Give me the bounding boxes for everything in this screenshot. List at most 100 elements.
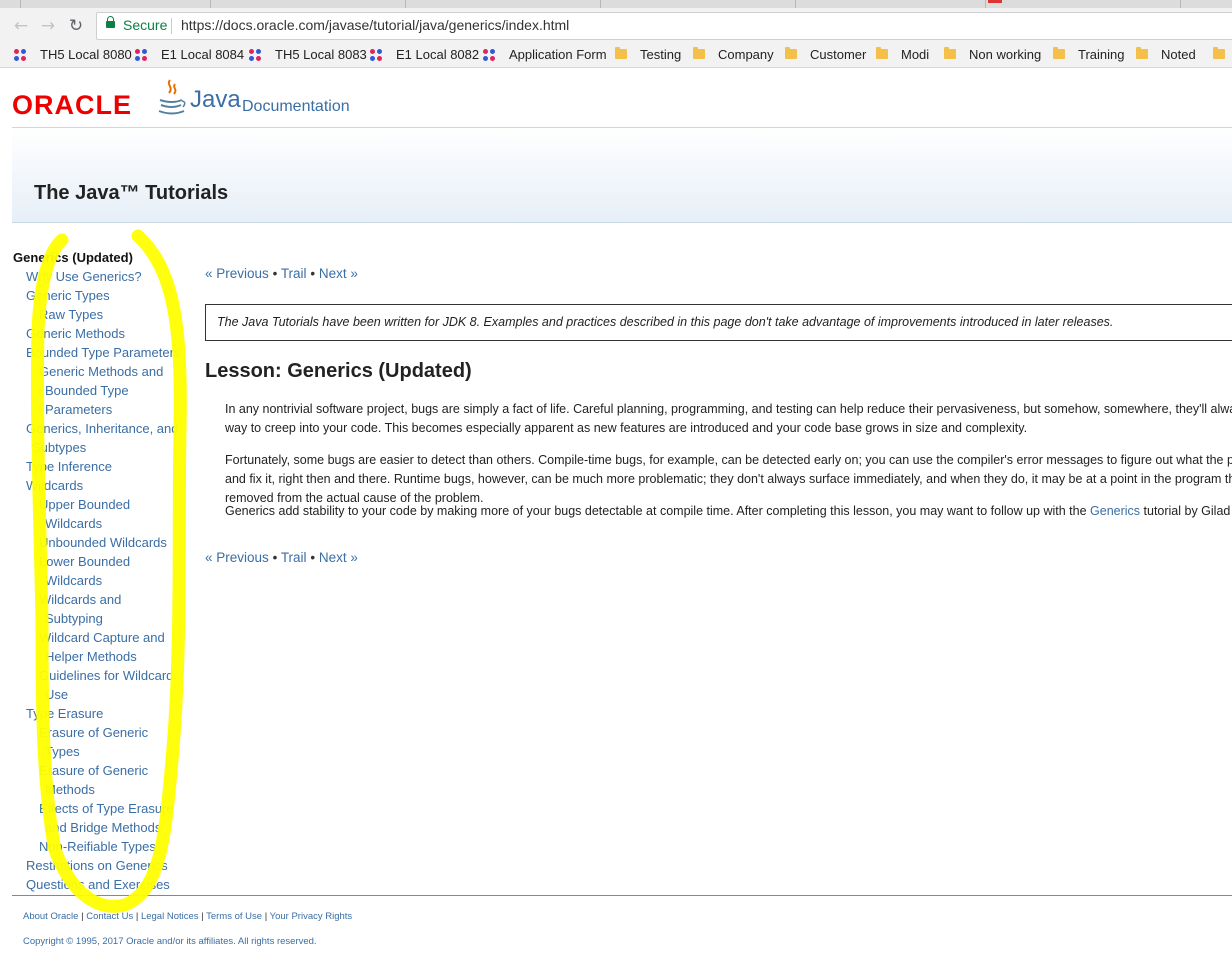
folder-icon bbox=[944, 47, 956, 59]
generics-tutorial-link[interactable]: Generics bbox=[1090, 504, 1140, 518]
previous-link[interactable]: « Previous bbox=[205, 266, 269, 281]
previous-link[interactable]: « Previous bbox=[205, 550, 269, 565]
tab-divider bbox=[985, 0, 986, 8]
app-dots-icon bbox=[370, 48, 384, 62]
java-logo[interactable]: Java bbox=[190, 86, 241, 114]
url-text[interactable]: https://docs.oracle.com/javase/tutorial/… bbox=[181, 17, 569, 33]
jdk-notice-box: The Java Tutorials have been written for… bbox=[205, 304, 1232, 341]
sidebar-item-wildcard-guidelines-cont[interactable]: Use bbox=[45, 685, 68, 704]
sidebar-item-upper-bounded-wildcards[interactable]: Upper Bounded bbox=[39, 495, 130, 514]
bookmark-label: Testing bbox=[640, 47, 682, 62]
lesson-title: Lesson: Generics (Updated) bbox=[205, 360, 472, 382]
sidebar-item-generic-methods[interactable]: Generic Methods bbox=[26, 324, 125, 343]
sidebar-item-wildcards-subtyping[interactable]: Wildcards and bbox=[39, 590, 121, 609]
next-link[interactable]: Next » bbox=[319, 550, 358, 565]
sidebar-item-generic-methods-bounded-cont[interactable]: Parameters bbox=[45, 400, 112, 419]
jdk-notice-text: The Java Tutorials have been written for… bbox=[217, 315, 1114, 329]
sidebar-item-erasure-generic-types[interactable]: Erasure of Generic bbox=[39, 723, 148, 742]
sidebar-item-wildcards-subtyping-cont[interactable]: Subtyping bbox=[45, 609, 103, 628]
sidebar-item-type-erasure[interactable]: Type Erasure bbox=[26, 704, 103, 723]
pager-separator: • bbox=[310, 266, 316, 281]
stability-text: Generics add stability to your code by m… bbox=[225, 504, 1091, 518]
tab-divider bbox=[20, 0, 21, 8]
legal-notices-link[interactable]: Legal Notices bbox=[141, 911, 199, 922]
footer-separator: | bbox=[264, 911, 268, 922]
sidebar-item-why-use-generics[interactable]: Why Use Generics? bbox=[26, 267, 142, 286]
back-arrow-icon[interactable]: ← bbox=[11, 16, 31, 36]
app-dots-icon bbox=[14, 48, 28, 62]
documentation-label: Documentation bbox=[242, 98, 350, 115]
trail-link[interactable]: Trail bbox=[281, 266, 307, 281]
folder-icon bbox=[1213, 47, 1225, 59]
folder-icon bbox=[615, 47, 627, 59]
footer-divider bbox=[12, 895, 1232, 896]
bookmark-label: Non working bbox=[969, 47, 1042, 62]
bookmark-label: Modi bbox=[901, 47, 930, 62]
terms-of-use-link[interactable]: Terms of Use bbox=[206, 911, 262, 922]
sidebar-item-inheritance-subtypes[interactable]: Generics, Inheritance, and bbox=[26, 419, 178, 438]
copyright-notice: Copyright © 1995, 2017 Oracle and/or its… bbox=[23, 936, 317, 947]
omnibox-divider bbox=[171, 18, 172, 34]
stability-paragraph: Generics add stability to your code by m… bbox=[225, 502, 1232, 521]
sidebar-item-erasure-generic-types-cont[interactable]: Types bbox=[45, 742, 80, 761]
app-dots-icon bbox=[483, 48, 497, 62]
bugs-paragraph: Fortunately, some bugs are easier to det… bbox=[225, 453, 1232, 505]
bookmark-label: E1 Local 8082 bbox=[396, 47, 480, 62]
trail-link[interactable]: Trail bbox=[281, 550, 307, 565]
folder-icon bbox=[1136, 47, 1148, 59]
sidebar-item-effects-type-erasure-cont[interactable]: and Bridge Methods bbox=[45, 818, 161, 837]
reload-icon[interactable]: ↻ bbox=[66, 16, 86, 36]
oracle-logo[interactable]: ORACLE bbox=[12, 90, 132, 121]
tab-divider bbox=[1180, 0, 1181, 8]
sidebar-item-questions-exercises[interactable]: Questions and Exercises bbox=[26, 875, 170, 894]
bookmark-label: Application Form bbox=[509, 47, 607, 62]
about-oracle-link[interactable]: About Oracle bbox=[23, 911, 78, 922]
contact-us-link[interactable]: Contact Us bbox=[86, 911, 133, 922]
footer-separator: | bbox=[135, 911, 139, 922]
sidebar-item-inheritance-subtypes-cont[interactable]: Subtypes bbox=[32, 438, 86, 457]
footer-separator: | bbox=[81, 911, 84, 922]
next-link[interactable]: Next » bbox=[319, 266, 358, 281]
address-toolbar: ← → ↻ Secure https://docs.oracle.com/jav… bbox=[0, 8, 1232, 43]
sidebar-item-generic-methods-bounded[interactable]: Generic Methods and bbox=[39, 362, 163, 381]
sidebar-item-lower-bounded-wildcards-cont[interactable]: Wildcards bbox=[45, 571, 102, 590]
sidebar-item-wildcards[interactable]: Wildcards bbox=[26, 476, 83, 495]
sidebar-item-lower-bounded-wildcards[interactable]: Lower Bounded bbox=[39, 552, 130, 571]
folder-icon bbox=[785, 47, 797, 59]
pager-top: « Previous • Trail • Next » bbox=[205, 266, 358, 281]
sidebar-item-wildcard-capture-cont[interactable]: Helper Methods bbox=[45, 647, 137, 666]
bookmark-label: Training bbox=[1078, 47, 1125, 62]
folder-icon bbox=[876, 47, 888, 59]
sidebar-item-raw-types[interactable]: Raw Types bbox=[39, 305, 103, 324]
tab-divider bbox=[600, 0, 601, 8]
sidebar-item-upper-bounded-wildcards-cont[interactable]: Wildcards bbox=[45, 514, 102, 533]
sidebar-item-bounded-type-parameters[interactable]: Bounded Type Parameters bbox=[26, 343, 180, 362]
tab-divider bbox=[795, 0, 796, 8]
privacy-rights-link[interactable]: Your Privacy Rights bbox=[270, 911, 353, 922]
sidebar-item-non-reifiable-types[interactable]: Non-Reifiable Types bbox=[39, 837, 156, 856]
sidebar-item-generic-types[interactable]: Generic Types bbox=[26, 286, 110, 305]
sidebar-item-unbounded-wildcards[interactable]: Unbounded Wildcards bbox=[39, 533, 167, 552]
app-dots-icon bbox=[135, 48, 149, 62]
sidebar-item-wildcard-guidelines[interactable]: Guidelines for Wildcard bbox=[39, 666, 173, 685]
sidebar-item-generic-methods-bounded-cont[interactable]: Bounded Type bbox=[45, 381, 129, 400]
sidebar-item-erasure-generic-methods-cont[interactable]: Methods bbox=[45, 780, 95, 799]
banner-title: The Java™ Tutorials bbox=[34, 182, 229, 204]
stability-text-end: tutorial by Gilad Bracha. bbox=[1143, 504, 1232, 518]
pager-separator: • bbox=[272, 266, 278, 281]
tab-divider bbox=[210, 0, 211, 8]
java-cup-icon bbox=[158, 79, 186, 115]
sidebar-item-erasure-generic-methods[interactable]: Erasure of Generic bbox=[39, 761, 148, 780]
sidebar-item-effects-type-erasure[interactable]: Effects of Type Erasure bbox=[39, 799, 174, 818]
pager-separator: • bbox=[272, 550, 278, 565]
tab-divider bbox=[405, 0, 406, 8]
bookmark-label: Company bbox=[718, 47, 774, 62]
forward-arrow-icon[interactable]: → bbox=[38, 16, 58, 36]
sidebar-item-wildcard-capture[interactable]: Wildcard Capture and bbox=[39, 628, 165, 647]
url-bar[interactable]: Secure https://docs.oracle.com/javase/tu… bbox=[96, 12, 1232, 40]
sidebar-item-type-inference[interactable]: Type Inference bbox=[26, 457, 112, 476]
intro-paragraph: In any nontrivial software project, bugs… bbox=[225, 402, 1232, 435]
tab-strip bbox=[0, 0, 1232, 8]
lock-icon bbox=[106, 16, 115, 28]
sidebar-item-restrictions[interactable]: Restrictions on Generics bbox=[26, 856, 168, 875]
